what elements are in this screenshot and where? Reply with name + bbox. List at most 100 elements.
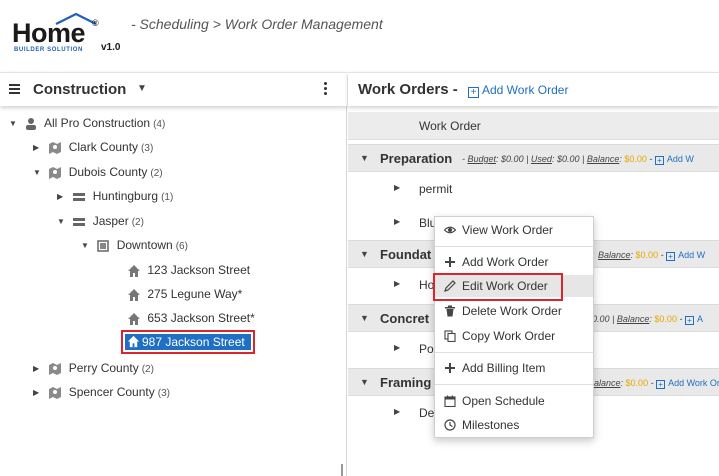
tree-node-275-legune-way[interactable]: 275 Legune Way* [127,284,242,304]
tree-expanded-arrow-icon[interactable]: ▼ [57,212,69,232]
work-order-name: De [419,406,435,420]
row-collapsed-arrow-icon[interactable]: ▶ [394,279,400,288]
group-add-label: A [696,314,703,324]
tree-node-spencer-county[interactable]: ▶ Spencer County (3) [33,382,170,402]
tree-node-perry-county[interactable]: ▶ Perry County (2) [33,358,154,378]
splitter-handle[interactable] [341,464,343,476]
work-order-name: Po [419,342,434,356]
tree-node-dubois-county[interactable]: ▼ Dubois County (2) [33,162,163,182]
chevron-down-icon[interactable]: ▼ [137,83,147,94]
plus-box-icon: + [468,87,479,98]
app-header: Home ® BUILDER SOLUTION v1.0 - Schedulin… [0,0,719,72]
tree-node-count: (1) [161,192,174,203]
row-collapsed-arrow-icon[interactable]: ▶ [394,217,400,226]
group-expanded-arrow-icon[interactable]: ▼ [360,249,369,259]
row-collapsed-arrow-icon[interactable]: ▶ [394,183,400,192]
tree-node-clark-county[interactable]: ▶ Clark County (3) [33,137,153,157]
plus-box-icon: + [666,252,676,261]
logo-version: v1.0 [101,42,121,53]
menu-item-milestones[interactable]: Milestones [435,414,593,436]
group-name: Foundat [380,247,432,262]
home-builder-logo[interactable]: Home ® BUILDER SOLUTION v1.0 [12,12,127,60]
budget-value: $0.00 [501,154,524,164]
house-icon [128,264,140,277]
tree-node-downtown[interactable]: ▼ Downtown (6) [81,235,188,255]
work-order-name: permit [419,182,453,196]
group-add-work-order-link[interactable]: + A [684,314,703,325]
balance-label: alance [594,378,621,388]
tree-collapsed-arrow-icon[interactable]: ▶ [33,383,45,403]
menu-item-copy-work-order[interactable]: Copy Work Order [435,325,593,347]
eye-icon [444,226,456,234]
menu-item-delete-work-order[interactable]: Delete Work Order [435,300,593,322]
used-label: Used [530,154,552,164]
tree-node-label: Jasper [92,214,129,228]
add-work-order-link[interactable]: + Add Work Order [468,83,568,98]
work-orders-title: Work Orders - [358,81,458,98]
group-budget-summary: - Budget: $0.00 | Used: $0.00 | Balance:… [462,154,694,165]
tree-collapsed-arrow-icon[interactable]: ▶ [33,138,45,158]
copy-icon [444,330,456,342]
house-icon [128,312,140,325]
calendar-icon [444,395,456,407]
plus-icon [445,257,455,267]
menu-item-view-work-order[interactable]: View Work Order [435,219,593,241]
work-order-row-permit[interactable]: ▶ permit [348,172,719,206]
menu-item-open-schedule[interactable]: Open Schedule [435,390,593,412]
tree-node-653-jackson-street[interactable]: 653 Jackson Street* [127,308,255,328]
tree-node-label: Spencer County [68,385,155,399]
house-icon [127,335,140,348]
tree-node-jasper[interactable]: ▼ Jasper (2) [57,211,144,231]
tree-node-count: (4) [153,119,166,130]
balance-value: $0.00 [625,378,649,388]
group-expanded-arrow-icon[interactable]: ▼ [360,313,369,323]
group-expanded-arrow-icon[interactable]: ▼ [360,153,369,163]
group-add-work-order-link[interactable]: + Add W [666,250,706,261]
person-icon [26,117,37,130]
row-collapsed-arrow-icon[interactable]: ▶ [394,343,400,352]
hamburger-menu-icon[interactable] [9,84,20,94]
menu-separator [435,352,593,353]
tree-node-count: (3) [141,143,154,154]
group-add-work-order-link[interactable]: + Add Work Or [656,378,719,389]
tree-node-label: Clark County [68,140,139,154]
construction-title[interactable]: Construction [33,81,126,98]
logo-subtitle: BUILDER SOLUTION [14,47,83,53]
subdivision-icon [97,240,110,252]
tree-node-label: Huntingburg [92,189,159,203]
grid-column-header: Work Order [348,112,719,140]
menu-item-add-work-order[interactable]: Add Work Order [435,251,593,273]
tree-node-label: 123 Jackson Street [147,263,251,277]
trash-icon [445,305,455,317]
tree-node-label: Dubois County [68,165,148,179]
tree-node-987-jackson-street-selected[interactable]: 987 Jackson Street [121,330,255,354]
construction-panel-header: Construction ▼ [0,72,347,106]
selected-node-highlight[interactable]: 987 Jackson Street [125,334,251,350]
menu-item-add-billing-item[interactable]: Add Billing Item [435,357,593,379]
tree-node-huntingburg[interactable]: ▶ Huntingburg (1) [57,186,173,206]
group-add-label: Add W [678,250,706,260]
group-expanded-arrow-icon[interactable]: ▼ [360,377,369,387]
tree-expanded-arrow-icon[interactable]: ▼ [81,236,93,256]
menu-separator [435,384,593,385]
county-map-icon [49,141,62,154]
used-value: $0.00 [556,154,580,164]
group-row-preparation[interactable]: ▼ Preparation - Budget: $0.00 | Used: $0… [348,144,719,172]
group-add-work-order-link[interactable]: + Add W [654,154,694,165]
tree-collapsed-arrow-icon[interactable]: ▶ [57,187,69,207]
tree-expanded-arrow-icon[interactable]: ▼ [9,114,21,134]
logo-home-text: Home [12,18,86,48]
county-map-icon [49,362,62,375]
row-collapsed-arrow-icon[interactable]: ▶ [394,407,400,416]
tree-collapsed-arrow-icon[interactable]: ▶ [33,359,45,379]
tree-node-label: All Pro Construction [44,116,151,130]
tree-expanded-arrow-icon[interactable]: ▼ [33,163,45,183]
tree-node-123-jackson-street[interactable]: 123 Jackson Street [127,260,250,280]
group-name: Framing [380,375,432,390]
tree-node-all-pro-construction[interactable]: ▼ All Pro Construction (4) [9,113,165,133]
kebab-menu-icon[interactable] [324,82,328,97]
group-budget-summary: Balance: $0.00 - + Add W [598,250,706,261]
plus-box-icon: + [656,380,666,389]
city-icon [73,217,86,226]
county-map-icon [49,166,62,179]
